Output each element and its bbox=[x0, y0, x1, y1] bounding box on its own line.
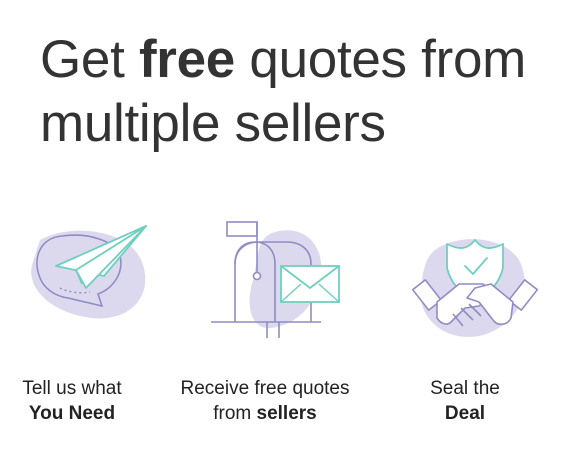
step-seal-deal-line2: Deal bbox=[444, 403, 486, 424]
step-receive-quotes-line2-bold: sellers bbox=[256, 403, 317, 424]
step-tell-us-line1: Tell us what bbox=[22, 378, 122, 399]
step-receive-quotes-line2-prefix: from bbox=[213, 403, 257, 424]
page-headline: Get free quotes from multiple sellers bbox=[40, 28, 570, 156]
step-tell-us-line2: You Need bbox=[28, 403, 116, 424]
mailbox-icon bbox=[211, 221, 340, 338]
headline-emphasis: free bbox=[138, 30, 235, 89]
step-receive-quotes-label: Receive free quotes from sellers bbox=[175, 376, 355, 426]
headline-part1: Get bbox=[40, 30, 139, 89]
handshake-icon bbox=[411, 239, 539, 337]
paper-plane-icon bbox=[31, 225, 147, 319]
step-tell-us-label: Tell us what You Need bbox=[0, 376, 162, 426]
step-receive-quotes-line1: Receive free quotes bbox=[180, 378, 350, 399]
step-seal-deal-line1: Seal the bbox=[430, 378, 500, 399]
step-seal-deal-label: Seal the Deal bbox=[375, 376, 555, 426]
